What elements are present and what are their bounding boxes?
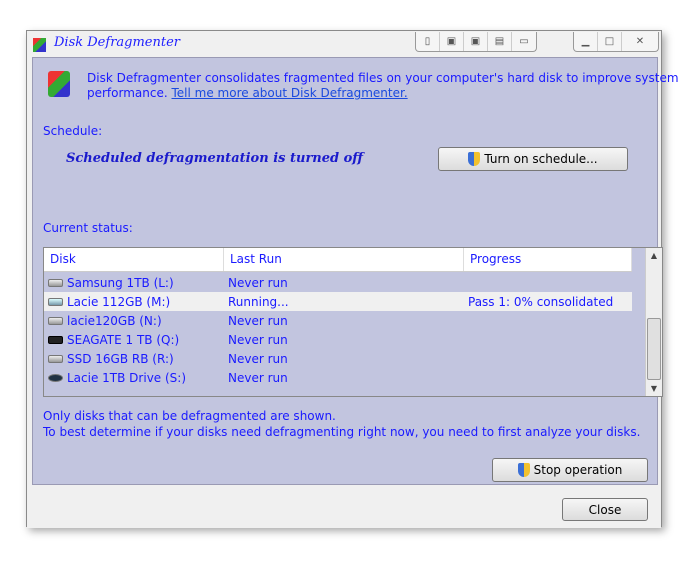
schedule-label: Schedule:	[43, 124, 103, 138]
disk-name: SEAGATE 1 TB (Q:)	[67, 332, 180, 347]
note-2: To best determine if your disks need def…	[43, 425, 641, 439]
last-run: Never run	[228, 332, 288, 347]
frame-icon[interactable]: ▣	[440, 32, 464, 51]
vertical-scrollbar[interactable]: ▲ ▼	[645, 248, 662, 396]
scrollbar-thumb[interactable]	[647, 318, 661, 380]
window-extra-toolbar: ▯ ▣ ▣ ▤ ▭	[415, 32, 537, 52]
disk-list: Disk Last Run Progress Samsung 1TB (L:) N…	[43, 247, 663, 397]
external-drive-icon	[48, 335, 63, 344]
column-last-run[interactable]: Last Run	[224, 248, 464, 271]
window-controls: ▁ □ ✕	[573, 32, 659, 52]
stop-operation-button[interactable]: Stop operation	[492, 458, 648, 482]
uac-shield-icon	[517, 463, 530, 477]
disk-name: Samsung 1TB (L:)	[67, 275, 174, 290]
column-progress[interactable]: Progress	[464, 248, 632, 271]
stretch-icon[interactable]: ▭	[512, 32, 536, 51]
hard-drive-icon	[48, 278, 63, 287]
disk-defragmenter-window: Disk Defragmenter ▯ ▣ ▣ ▤ ▭ ▁ □ ✕ Disk Defragm…	[26, 30, 679, 528]
disk-name: Lacie 1TB Drive (S:)	[67, 370, 187, 385]
last-run: Running...	[228, 294, 289, 309]
minimize-button[interactable]: ▁	[574, 32, 598, 51]
uac-shield-icon	[468, 152, 481, 166]
close-window-button[interactable]: ✕	[622, 32, 658, 51]
table-row[interactable]: Lacie 1TB Drive (S:) Never run	[44, 368, 632, 387]
close-button[interactable]: Close	[562, 498, 648, 521]
progress: Pass 1: 0% consolidated	[468, 294, 614, 309]
footer: Close	[27, 486, 661, 528]
last-run: Never run	[228, 275, 288, 290]
dock-left-icon[interactable]: ▯	[416, 32, 440, 51]
scroll-up-icon[interactable]: ▲	[646, 251, 662, 260]
last-run: Never run	[228, 370, 288, 385]
defragmenter-app-icon	[33, 38, 46, 52]
button-label: Stop operation	[533, 463, 623, 477]
main-panel: Disk Defragmenter consolidates fragmente…	[32, 57, 679, 485]
disk-name: Lacie 112GB (M:)	[67, 294, 171, 309]
disk-name: lacie120GB (N:)	[67, 313, 162, 328]
table-row[interactable]: Samsung 1TB (L:) Never run	[44, 273, 632, 292]
table-row[interactable]: Lacie 112GB (M:) Running... Pass 1: 0% con…	[44, 292, 632, 311]
last-run: Never run	[228, 351, 288, 366]
note-1: Only disks that can be defragmented are …	[43, 409, 336, 423]
table-row[interactable]: SSD 16GB RB (R:) Never run	[44, 349, 632, 368]
intro-text-2: performance.	[87, 86, 168, 100]
turn-on-schedule-button[interactable]: Turn on schedule...	[438, 147, 628, 171]
table-row[interactable]: lacie120GB (N:) Never run	[44, 311, 632, 330]
dock-right-icon[interactable]: ▤	[488, 32, 512, 51]
defragmenter-icon	[48, 71, 70, 97]
disk-name: SSD 16GB RB (R:)	[67, 351, 174, 366]
hard-drive-icon	[48, 297, 63, 306]
column-disk[interactable]: Disk	[44, 248, 224, 271]
button-label: Turn on schedule...	[484, 152, 598, 166]
list-header: Disk Last Run Progress	[44, 248, 632, 272]
maximize-button[interactable]: □	[598, 32, 622, 51]
hard-drive-icon	[48, 354, 63, 363]
last-run: Never run	[228, 313, 288, 328]
scroll-down-icon[interactable]: ▼	[646, 384, 662, 393]
lacie-drive-icon	[48, 373, 63, 382]
intro-text: Disk Defragmenter consolidates fragmente…	[87, 71, 679, 85]
center-icon[interactable]: ▣	[464, 32, 488, 51]
learn-more-link[interactable]: Tell me more about Disk Defragmenter.	[172, 86, 408, 100]
window-title: Disk Defragmenter	[54, 35, 181, 50]
hard-drive-icon	[48, 316, 63, 325]
current-status-label: Current status:	[43, 221, 133, 235]
schedule-status: Scheduled defragmentation is turned off	[66, 151, 364, 166]
table-row[interactable]: SEAGATE 1 TB (Q:) Never run	[44, 330, 632, 349]
